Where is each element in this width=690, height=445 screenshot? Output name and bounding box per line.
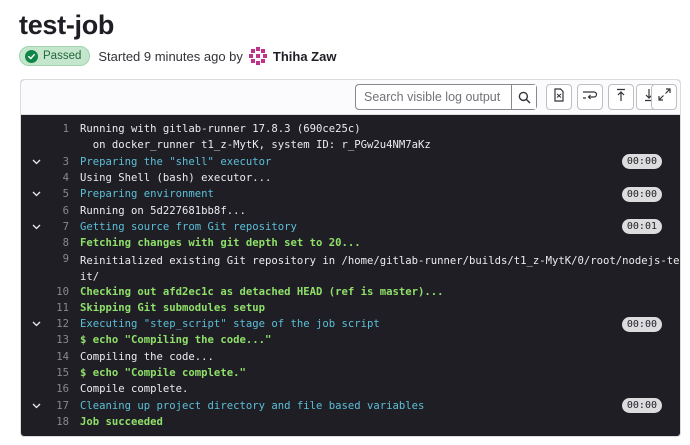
line-text: Compiling the code... xyxy=(80,350,214,363)
line-number[interactable]: 9 xyxy=(47,253,69,265)
line-number[interactable]: 17 xyxy=(47,400,69,412)
line-text: Job succeeded xyxy=(80,415,163,428)
line-number[interactable]: 7 xyxy=(47,221,69,233)
line-text: Preparing the "shell" executor xyxy=(80,155,272,168)
line-text: on docker_runner t1_z-MytK, system ID: r… xyxy=(80,139,431,152)
line-text: Compile complete. xyxy=(80,383,189,396)
search-icon[interactable] xyxy=(511,85,536,109)
chevron-down-icon[interactable] xyxy=(30,221,42,233)
line-text: $ echo "Compile complete." xyxy=(80,367,246,379)
line-text: Executing "step_script" stage of the job… xyxy=(80,318,380,331)
line-number[interactable]: 10 xyxy=(47,286,69,298)
line-number[interactable]: 15 xyxy=(47,367,69,379)
job-meta: Passed Started 9 minutes ago by Thiha Za… xyxy=(19,45,336,67)
raw-log-icon xyxy=(552,87,566,107)
line-number[interactable]: 12 xyxy=(47,318,69,330)
section-duration: 00:00 xyxy=(621,316,662,332)
log-line: 16 Compile complete. xyxy=(21,381,680,397)
line-text: Reinitialized existing Git repository in… xyxy=(80,255,681,284)
log-line: 13 $ echo "Compiling the code..." xyxy=(21,332,680,348)
line-number[interactable]: 1 xyxy=(47,123,69,135)
log-search-input[interactable] xyxy=(356,85,511,109)
line-number[interactable]: 4 xyxy=(47,172,69,184)
section-duration: 00:00 xyxy=(621,186,662,202)
section-duration: 00:00 xyxy=(621,398,662,414)
line-number[interactable]: 14 xyxy=(47,351,69,363)
chevron-down-icon[interactable] xyxy=(30,156,42,168)
log-section-header[interactable]: 5 Preparing environment 00:00 xyxy=(21,186,680,202)
line-number[interactable]: 3 xyxy=(47,156,69,168)
raw-log-button[interactable] xyxy=(546,84,572,110)
line-text: Running with gitlab-runner 17.8.3 (690ce… xyxy=(80,123,361,136)
status-label: Passed xyxy=(43,50,82,62)
line-text: Getting source from Git repository xyxy=(80,220,297,233)
log-output: 1 Running with gitlab-runner 17.8.3 (690… xyxy=(21,115,680,430)
line-number[interactable]: 11 xyxy=(47,302,69,314)
log-section-header[interactable]: 17 Cleaning up project directory and fil… xyxy=(21,397,680,414)
log-line: 14 Compiling the code... xyxy=(21,349,680,365)
wrap-lines-button[interactable] xyxy=(577,84,603,110)
log-line: 4 Using Shell (bash) executor... xyxy=(21,170,680,186)
section-duration: 00:00 xyxy=(621,154,662,170)
status-badge[interactable]: Passed xyxy=(19,46,91,66)
chevron-down-icon[interactable] xyxy=(30,400,42,412)
wrap-lines-icon xyxy=(582,88,598,107)
line-number[interactable]: 13 xyxy=(47,334,69,346)
log-line: on docker_runner t1_z-MytK, system ID: r… xyxy=(21,137,680,153)
scroll-to-top-button[interactable] xyxy=(608,84,634,110)
line-text: Preparing environment xyxy=(80,188,214,201)
log-section-header[interactable]: 12 Executing "step_script" stage of the … xyxy=(21,316,680,332)
line-number[interactable]: 8 xyxy=(47,237,69,249)
line-number[interactable]: 16 xyxy=(47,383,69,395)
log-section-header[interactable]: 3 Preparing the "shell" executor 00:00 xyxy=(21,154,680,170)
log-line: 9 Reinitialized existing Git repository … xyxy=(21,251,680,283)
section-duration: 00:01 xyxy=(621,219,662,235)
line-text: Cleaning up project directory and file b… xyxy=(80,399,425,412)
log-line: 1 Running with gitlab-runner 17.8.3 (690… xyxy=(21,121,680,137)
line-text: $ echo "Compiling the code..." xyxy=(80,334,272,347)
chevron-down-icon[interactable] xyxy=(30,318,42,330)
line-text: Fetching changes with git depth set to 2… xyxy=(80,237,361,250)
line-number[interactable]: 18 xyxy=(47,416,69,428)
author-link[interactable]: Thiha Zaw xyxy=(273,49,337,64)
log-line: 6 Running on 5d227681bb8f... xyxy=(21,202,680,218)
check-circle-icon xyxy=(25,49,38,63)
log-line: 8 Fetching changes with git depth set to… xyxy=(21,235,680,251)
log-line: 11 Skipping Git submodules setup xyxy=(21,300,680,316)
line-text: Using Shell (bash) executor... xyxy=(80,172,272,185)
job-log-panel: 1 Running with gitlab-runner 17.8.3 (690… xyxy=(20,79,681,437)
page-title: test-job xyxy=(19,10,115,40)
log-toolbar xyxy=(21,80,680,115)
log-line: 15 $ echo "Compile complete." xyxy=(21,365,680,381)
line-text: Checking out afd2ec1c as detached HEAD (… xyxy=(80,285,444,298)
fullscreen-icon xyxy=(657,88,671,106)
line-number[interactable]: 6 xyxy=(47,205,69,217)
log-line: 18 Job succeeded xyxy=(21,414,680,430)
log-line: 10 Checking out afd2ec1c as detached HEA… xyxy=(21,283,680,299)
log-search xyxy=(355,84,537,110)
avatar[interactable] xyxy=(248,47,267,65)
started-text: Started 9 minutes ago by xyxy=(98,48,243,64)
line-text: Running on 5d227681bb8f... xyxy=(80,204,246,217)
chevron-down-icon[interactable] xyxy=(30,188,42,200)
line-text: Skipping Git submodules setup xyxy=(80,301,265,314)
log-section-header[interactable]: 7 Getting source from Git repository 00:… xyxy=(21,219,680,235)
fullscreen-button[interactable] xyxy=(651,84,677,110)
line-number[interactable]: 5 xyxy=(47,188,69,200)
scroll-to-top-icon xyxy=(615,88,627,107)
